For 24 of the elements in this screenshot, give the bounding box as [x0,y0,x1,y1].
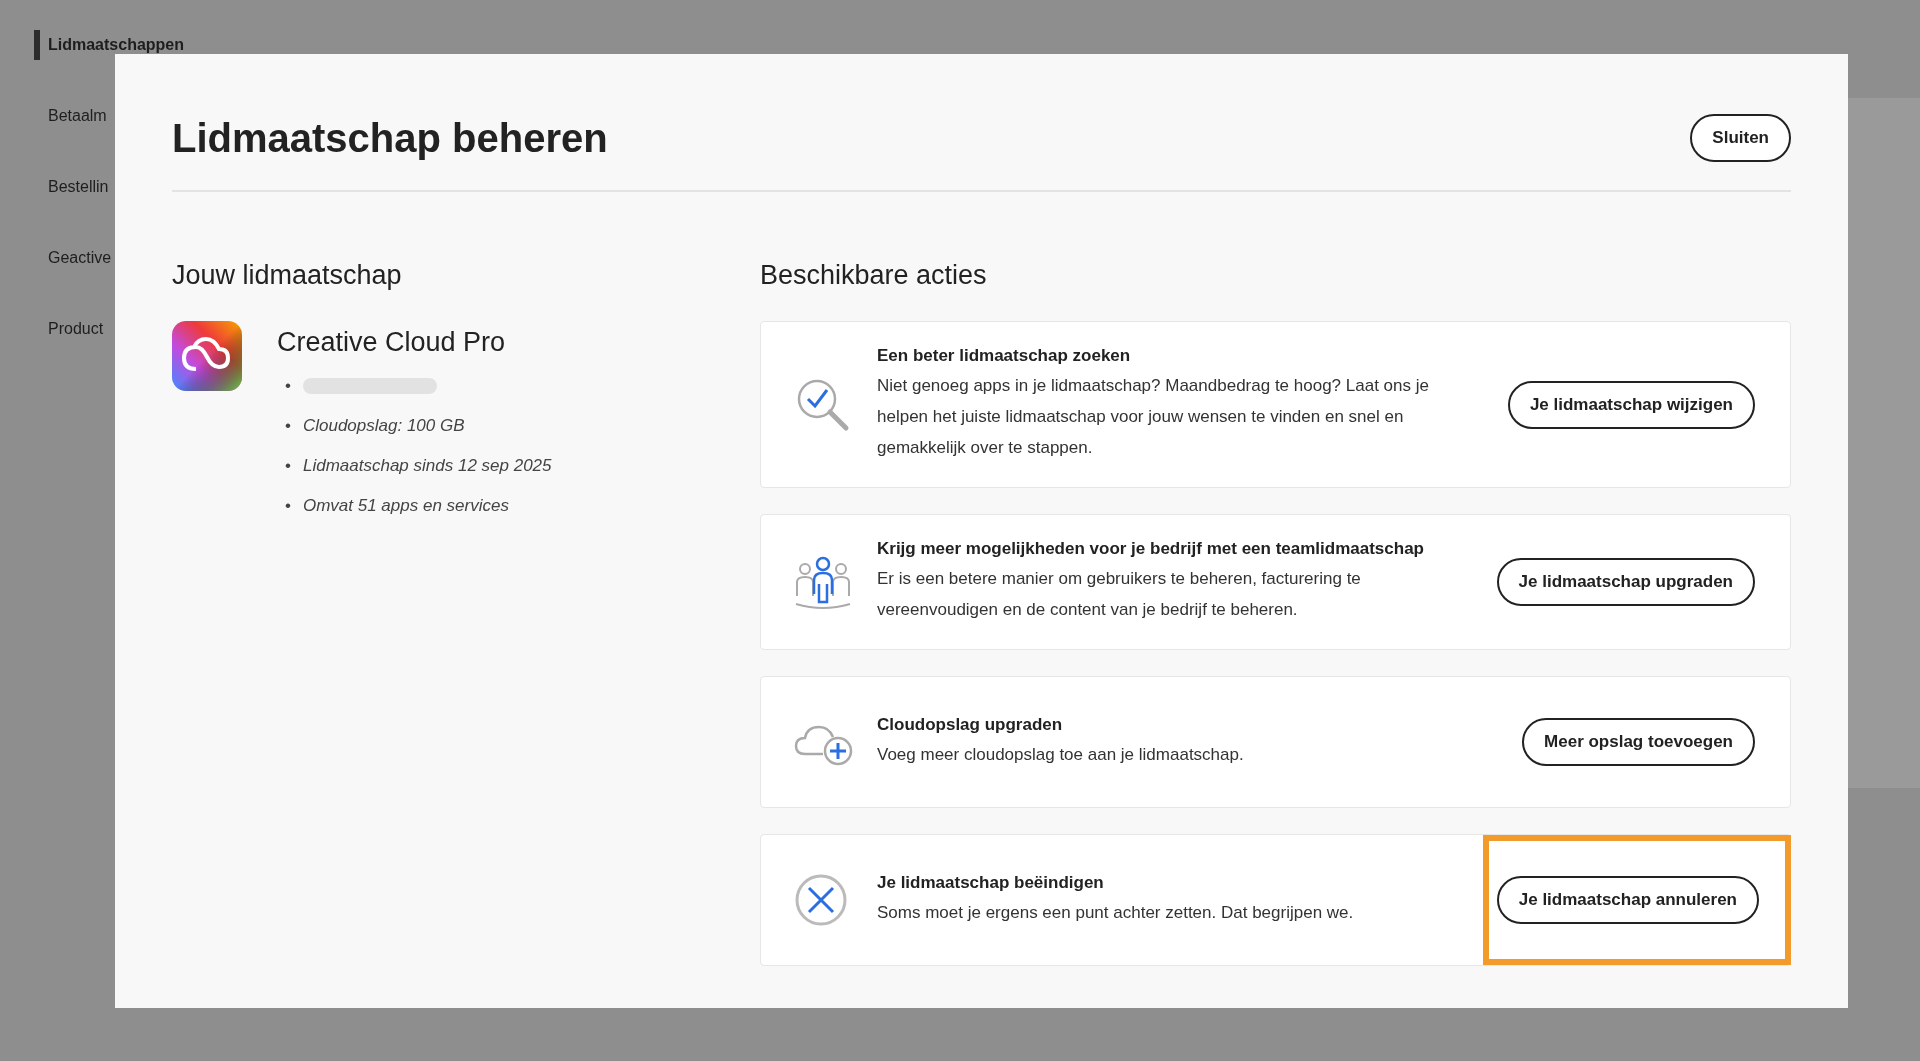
close-button[interactable]: Sluiten [1690,114,1791,162]
section-heading: Jouw lidmaatschap [172,260,403,291]
action-title: Krijg meer mogelijkheden voor je bedrijf met een teamlidmaatschap [877,539,1425,559]
dialog-title: Lidmaatschap beheren [172,115,608,161]
section-heading: Beschikbare acties [760,260,988,291]
action-description: Voeg meer cloudopslag toe aan je lidmaatschap. [877,743,1245,766]
bullet: • [285,496,291,516]
action-description: Soms moet je ergens een punt achter zetten. Dat begrijpen we. [877,901,1355,924]
action-button[interactable]: Meer opslag toevoegen [1522,718,1755,766]
action-button[interactable]: Je lidmaatschap annuleren [1496,876,1759,924]
action-button[interactable]: Je lidmaatschap upgraden [1496,558,1755,606]
action-title: Je lidmaatschap beëindigen [877,872,1105,893]
bullet: • [285,456,291,476]
action-title: Een beter lidmaatschap zoeken [877,346,1132,366]
action-button[interactable]: Je lidmaatschap wijzigen [1507,380,1755,429]
plan-detail: Lidmaatschap sinds 12 sep 2025 [302,456,552,476]
bullet: • [285,376,291,396]
action-title: Cloudopslag upgraden [877,714,1064,735]
plan-detail: Cloudopslag: 100 GB [302,416,465,436]
bullet: • [285,416,291,436]
plan-detail: Omvat 51 apps en services [302,496,509,516]
action-description: Er is een betere manier om gebruikers te beheren, facturering te vereenvoudigen en de content van je bedrijf te beheren. [877,568,1362,621]
action-description: Niet genoeg apps in je lidmaatschap? Maandbedrag te hoog? Laat ons je helpen het juiste lidmaatschap voor jouw wensen te vinden en snel en gemakkelijk over te stappen. [877,375,1430,459]
plan-name: Creative Cloud Pro [277,327,507,358]
